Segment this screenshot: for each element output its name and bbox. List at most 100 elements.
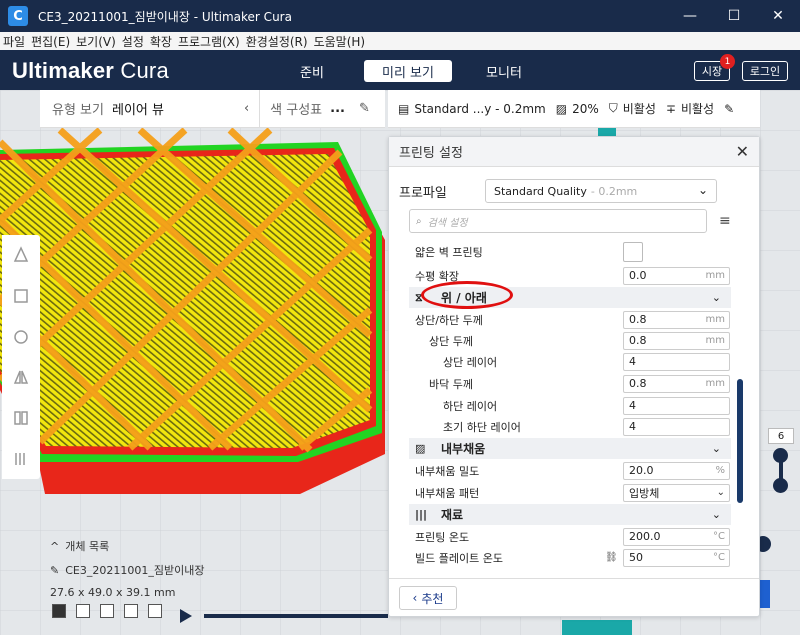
infill-summary[interactable]: ▨ 20%: [556, 102, 599, 116]
setting-input[interactable]: 4: [623, 396, 730, 415]
color-scheme-label: 색 구성표: [270, 103, 323, 118]
close-icon[interactable]: ✕: [736, 142, 749, 161]
infill-icon: ▨: [415, 442, 426, 455]
adhesion-icon: ∓: [665, 101, 676, 116]
panel-title: 프린팅 설정: [399, 146, 463, 161]
right-view-icon[interactable]: [148, 604, 162, 618]
setting-row: 빌드 플레이트 온도 ⛓ 50 °C: [409, 547, 731, 567]
mirror-tool-icon[interactable]: [8, 363, 34, 391]
setting-row: 얇은 벽 프린팅: [409, 241, 731, 262]
tab-monitor[interactable]: 모니터: [460, 60, 548, 82]
layer-slider-bottom-handle[interactable]: [773, 478, 788, 493]
print-settings-panel: 프린팅 설정 ✕ 프로파일 Standard Quality - 0.2mm ⌄ …: [388, 136, 760, 617]
divider: [259, 89, 261, 128]
menu-preferences[interactable]: 환경설정(R): [243, 33, 311, 50]
current-layer-field[interactable]: 6: [768, 428, 794, 444]
front-view-icon[interactable]: [76, 604, 90, 618]
setting-row: 상단 레이어 4: [409, 351, 731, 372]
link-icon: ⛓: [605, 552, 618, 563]
menu-settings[interactable]: 설정: [119, 33, 147, 50]
color-scheme-value[interactable]: ...: [330, 101, 345, 116]
top-view-icon[interactable]: [100, 604, 114, 618]
setting-row: 바닥 두께 0.8 mm: [409, 373, 731, 394]
setting-row: 초기 하단 레이어 4: [409, 416, 731, 437]
menu-extensions[interactable]: 확장: [147, 33, 175, 50]
pencil-icon[interactable]: ✎: [724, 102, 734, 116]
infill-icon: ▨: [555, 101, 568, 116]
view-type-dropdown[interactable]: 레이어 뷰: [112, 99, 164, 118]
path-slider[interactable]: [204, 614, 388, 618]
tab-prepare[interactable]: 준비: [268, 60, 356, 82]
left-view-icon[interactable]: [124, 604, 138, 618]
move-tool-icon[interactable]: [8, 241, 34, 269]
chevron-down-icon: ⌄: [711, 508, 721, 521]
print-setup-summary[interactable]: ▤ Standard ...y - 0.2mm ▨ 20% ⛉ 비활성 ∓ 비활성 ✎: [388, 90, 760, 128]
setting-input[interactable]: 4: [623, 417, 730, 436]
profile-dropdown[interactable]: Standard Quality - 0.2mm ⌄: [485, 179, 717, 203]
close-window-button[interactable]: ✕: [756, 0, 800, 32]
setting-input[interactable]: 200.0 °C: [623, 527, 730, 546]
setting-input[interactable]: 50 °C: [623, 548, 730, 567]
notification-badge: 1: [720, 54, 735, 69]
menu-view[interactable]: 보기(V): [73, 33, 119, 50]
category-infill[interactable]: ▨ 내부채움 ⌄: [409, 438, 731, 459]
chevron-down-icon: ⌄: [716, 487, 725, 498]
setting-input[interactable]: 0.8 mm: [623, 310, 730, 329]
search-settings-input[interactable]: ⌕ 검색 설정: [409, 209, 707, 233]
chevron-down-icon: ⌄: [711, 291, 721, 304]
support-blocker-icon[interactable]: [8, 445, 34, 473]
3d-view-icon[interactable]: [52, 604, 66, 618]
chevron-down-icon: ⌄: [697, 183, 708, 197]
tool-column: [2, 235, 40, 479]
setting-input[interactable]: 20.0%: [623, 461, 730, 480]
minimize-button[interactable]: —: [668, 0, 712, 32]
menu-file[interactable]: 파일: [0, 33, 28, 50]
object-dimensions: 27.6 x 49.0 x 39.1 mm: [50, 586, 176, 599]
settings-menu-icon[interactable]: ≡: [719, 213, 731, 229]
setting-select[interactable]: 입방체 ⌄: [623, 483, 730, 502]
per-model-settings-icon[interactable]: [8, 404, 34, 432]
profile-summary[interactable]: ▤ Standard ...y - 0.2mm: [398, 102, 546, 116]
pencil-icon[interactable]: ✎: [50, 564, 59, 577]
recommended-button[interactable]: ‹ 추천: [399, 586, 457, 610]
setting-input[interactable]: 0.0 mm: [623, 266, 730, 285]
setting-input[interactable]: 0.8 mm: [623, 331, 730, 350]
adhesion-summary[interactable]: ∓ 비활성: [666, 100, 714, 117]
category-material[interactable]: ||| 재료 ⌄: [409, 504, 731, 525]
ultimaker-cura-logo: Ultimaker Cura: [12, 58, 169, 83]
cura-app-icon: C: [8, 6, 28, 26]
scale-tool-icon[interactable]: [8, 282, 34, 310]
app-header: Ultimaker Cura 준비 미리 보기 모니터 시장 1 로그인: [0, 50, 800, 90]
panel-footer: ‹ 추천: [389, 578, 759, 616]
tab-preview[interactable]: 미리 보기: [364, 60, 452, 82]
setting-input[interactable]: 0.8 mm: [623, 374, 730, 393]
rotate-tool-icon[interactable]: [8, 323, 34, 351]
play-icon[interactable]: [180, 609, 192, 623]
setting-checkbox[interactable]: [623, 241, 643, 262]
chevron-down-icon: ⌄: [711, 442, 721, 455]
setting-row: 프린팅 온도 200.0 °C: [409, 526, 731, 547]
chevron-left-icon[interactable]: ‹: [244, 101, 249, 116]
marketplace-button[interactable]: 시장 1: [694, 54, 735, 81]
object-info: ^ 개체 목록 ✎ CE3_20211001_짐받이내장 27.6 x 49.0…: [50, 538, 204, 607]
panel-header: 프린팅 설정 ✕: [389, 137, 759, 167]
pencil-icon[interactable]: ✎: [359, 101, 370, 116]
menu-help[interactable]: 도움말(H): [311, 33, 369, 50]
settings-scrollbar[interactable]: [737, 379, 743, 503]
menu-program[interactable]: 프로그램(X): [175, 33, 243, 50]
setting-row: 내부채움 밀도 20.0%: [409, 460, 731, 481]
setting-input[interactable]: 4: [623, 352, 730, 371]
profile-label: 프로파일: [399, 185, 447, 201]
setting-row: 하단 레이어 4: [409, 395, 731, 416]
search-icon: ⌕: [416, 215, 422, 227]
support-icon: ⛉: [608, 101, 618, 115]
object-list-toggle[interactable]: ^ 개체 목록: [50, 538, 204, 554]
view-type-bar: 유형 보기 레이어 뷰 ‹ 색 구성표 ... ✎: [40, 89, 385, 128]
menu-edit[interactable]: 편집(E): [28, 33, 73, 50]
login-button[interactable]: 로그인: [742, 61, 788, 81]
setting-row: 상단/하단 두께 0.8 mm: [409, 309, 731, 330]
support-summary[interactable]: ⛉ 비활성: [609, 100, 656, 117]
layer-slider-top-handle[interactable]: [773, 448, 788, 463]
window-title: CE3_20211001_짐받이내장 - Ultimaker Cura: [38, 9, 292, 24]
maximize-button[interactable]: ☐: [712, 0, 756, 32]
